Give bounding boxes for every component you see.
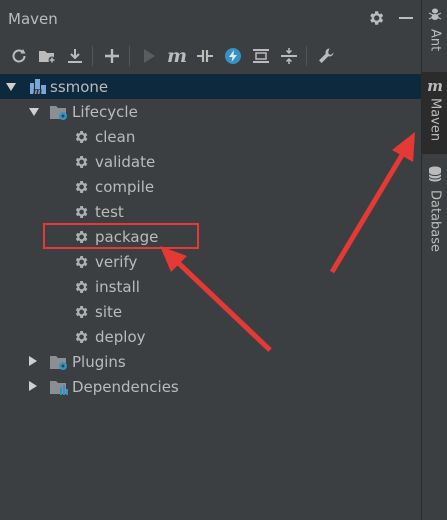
annotation-arrow-package xyxy=(168,253,272,352)
annotation-arrow-maven xyxy=(329,143,411,274)
annotation-arrowhead-maven xyxy=(392,132,415,162)
annotation-arrows xyxy=(160,132,415,352)
